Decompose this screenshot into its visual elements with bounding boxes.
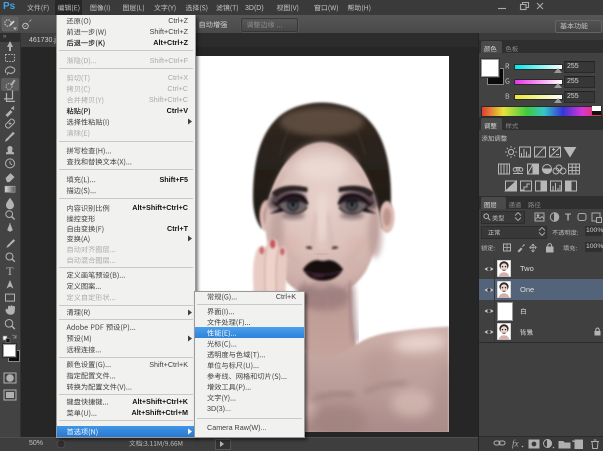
- svg-text:fx: fx: [512, 439, 519, 449]
- svg-text:T: T: [565, 213, 571, 224]
- svg-text:T: T: [6, 264, 14, 278]
